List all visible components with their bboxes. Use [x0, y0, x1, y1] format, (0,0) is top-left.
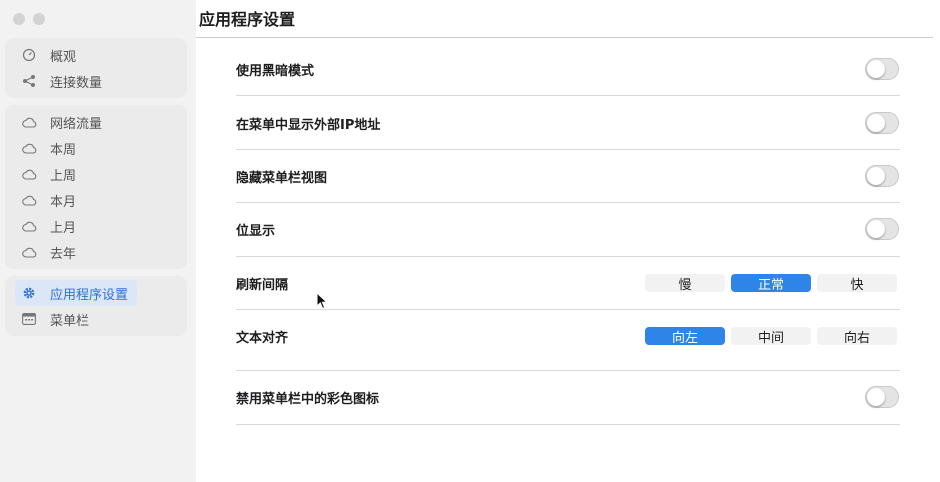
minimize-window-button[interactable] [33, 13, 45, 25]
cloud-icon [21, 140, 37, 156]
sidebar-item-label: 去年 [50, 246, 77, 262]
sidebar-item-label: 应用程序设置 [50, 287, 129, 303]
row-divider [236, 95, 900, 96]
bit-display-toggle[interactable] [865, 218, 899, 240]
sidebar: 概观 连接数量 网络流量 本周 上周 本月 上月 去年 应用程序设置 菜单栏 [0, 0, 196, 482]
window-controls [13, 13, 45, 25]
sidebar-item-label: 上月 [50, 220, 77, 236]
sidebar-item-label: 本周 [50, 142, 77, 158]
refresh-interval-segmented-control: 慢 正常 快 [645, 274, 897, 293]
sidebar-item-network-traffic[interactable]: 网络流量 [5, 109, 187, 135]
setting-label: 文本对齐 [236, 330, 289, 346]
row-divider [236, 370, 900, 371]
refresh-normal-button[interactable]: 正常 [731, 274, 811, 293]
refresh-fast-button[interactable]: 快 [817, 274, 897, 293]
sidebar-item-label: 连接数量 [50, 75, 103, 91]
cloud-icon [21, 218, 37, 234]
external-ip-toggle[interactable] [865, 112, 899, 134]
gear-icon [21, 285, 37, 301]
cloud-icon [21, 166, 37, 182]
align-left-button[interactable]: 向左 [645, 327, 725, 346]
setting-label: 使用黑暗模式 [236, 63, 315, 79]
title-divider [196, 37, 933, 38]
disable-color-icons-toggle[interactable] [865, 386, 899, 408]
setting-row-refresh-interval: 刷新间隔 慢 正常 快 [236, 272, 900, 294]
hide-menubar-view-toggle[interactable] [865, 165, 899, 187]
row-divider [236, 256, 900, 257]
sidebar-item-menubar[interactable]: 菜单栏 [5, 306, 187, 332]
sidebar-item-label: 网络流量 [50, 116, 103, 132]
row-divider [236, 149, 900, 150]
row-divider [236, 309, 900, 310]
align-right-button[interactable]: 向右 [817, 327, 897, 346]
setting-label: 位显示 [236, 223, 276, 239]
setting-row-bit-display: 位显示 [236, 218, 900, 240]
refresh-slow-button[interactable]: 慢 [645, 274, 725, 293]
setting-label: 禁用菜单栏中的彩色图标 [236, 391, 380, 407]
sidebar-item-label: 概观 [50, 49, 77, 65]
setting-row-external-ip: 在菜单中显示外部IP地址 [236, 112, 900, 134]
sidebar-item-connections[interactable]: 连接数量 [5, 68, 187, 94]
setting-row-text-align: 文本对齐 向左 中间 向右 [236, 325, 900, 347]
settings-panel: 应用程序设置 使用黑暗模式 在菜单中显示外部IP地址 隐藏菜单栏视图 位显示 刷… [196, 0, 940, 482]
sidebar-item-overview[interactable]: 概观 [5, 42, 187, 68]
menubar-icon [21, 311, 37, 327]
sidebar-item-this-month[interactable]: 本月 [5, 187, 187, 213]
sidebar-item-label: 本月 [50, 194, 77, 210]
sidebar-group-traffic: 网络流量 本周 上周 本月 上月 去年 [5, 105, 187, 269]
setting-label: 刷新间隔 [236, 277, 289, 293]
cloud-icon [21, 192, 37, 208]
sidebar-item-label: 菜单栏 [50, 313, 90, 329]
share-icon [21, 73, 37, 89]
cloud-icon [21, 244, 37, 260]
app-window: 概观 连接数量 网络流量 本周 上周 本月 上月 去年 应用程序设置 菜单栏 应… [0, 0, 940, 482]
text-align-segmented-control: 向左 中间 向右 [645, 327, 897, 346]
row-divider [236, 202, 900, 203]
sidebar-item-this-week[interactable]: 本周 [5, 135, 187, 161]
row-divider [236, 424, 900, 425]
setting-row-dark-mode: 使用黑暗模式 [236, 58, 900, 80]
align-center-button[interactable]: 中间 [731, 327, 811, 346]
sidebar-group-settings: 应用程序设置 菜单栏 [5, 276, 187, 336]
cloud-icon [21, 114, 37, 130]
sidebar-item-last-week[interactable]: 上周 [5, 161, 187, 187]
page-title: 应用程序设置 [199, 10, 296, 29]
dark-mode-toggle[interactable] [865, 58, 899, 80]
gauge-icon [21, 47, 37, 63]
sidebar-item-label: 上周 [50, 168, 77, 184]
setting-label: 在菜单中显示外部IP地址 [236, 117, 381, 133]
mouse-cursor-icon [316, 291, 329, 314]
setting-label: 隐藏菜单栏视图 [236, 170, 328, 186]
sidebar-group-overview: 概观 连接数量 [5, 38, 187, 98]
close-window-button[interactable] [13, 13, 25, 25]
setting-row-disable-color-icons: 禁用菜单栏中的彩色图标 [236, 386, 900, 408]
setting-row-hide-menubar-view: 隐藏菜单栏视图 [236, 165, 900, 187]
sidebar-item-app-settings[interactable]: 应用程序设置 [15, 280, 137, 306]
sidebar-item-last-month[interactable]: 上月 [5, 213, 187, 239]
sidebar-item-last-year[interactable]: 去年 [5, 239, 187, 265]
